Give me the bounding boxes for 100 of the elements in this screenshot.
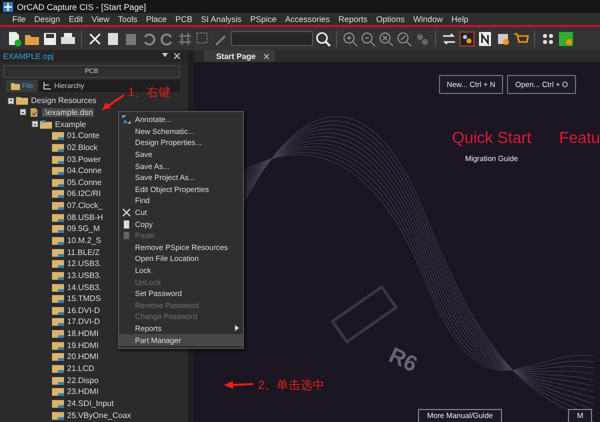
tree-item[interactable]: 18.HDMI bbox=[66, 329, 100, 338]
menu-item[interactable]: Window bbox=[408, 14, 448, 24]
tree-item[interactable]: 05.Conne bbox=[66, 178, 103, 187]
menu-item[interactable]: Tools bbox=[114, 14, 142, 24]
printer-icon[interactable] bbox=[60, 30, 76, 46]
page-icon bbox=[52, 270, 64, 280]
menu-item[interactable]: Reports bbox=[334, 14, 372, 24]
collapse-toggle[interactable] bbox=[8, 98, 14, 104]
tree-item[interactable]: Example bbox=[54, 120, 88, 129]
tree-item[interactable]: 14.USB3. bbox=[66, 282, 102, 292]
menu-item[interactable]: PSpice bbox=[246, 14, 281, 24]
annotation-text: 1、右键 bbox=[128, 84, 171, 101]
zoom-area-icon[interactable] bbox=[396, 30, 412, 46]
page-icon bbox=[52, 387, 64, 396]
close-icon[interactable] bbox=[264, 54, 269, 58]
menu-item[interactable]: Design bbox=[30, 14, 64, 24]
annotation-arrow bbox=[102, 94, 125, 110]
menu-item[interactable]: File bbox=[8, 14, 30, 24]
tree-item[interactable]: Design Resources bbox=[30, 96, 98, 106]
page-icon bbox=[52, 236, 64, 245]
search-icon[interactable] bbox=[315, 30, 331, 46]
page-icon bbox=[52, 248, 64, 257]
page-icon bbox=[52, 329, 64, 338]
page-icon bbox=[52, 131, 64, 140]
menu-item[interactable]: PCB bbox=[171, 14, 197, 24]
tree-item[interactable]: 24.SDI_Input bbox=[66, 398, 115, 408]
menu-item[interactable]: Place bbox=[142, 14, 172, 24]
tree-item[interactable]: 09.5G_M bbox=[66, 224, 101, 234]
document-tab[interactable]: Start Page bbox=[204, 50, 275, 62]
tree-item[interactable]: 11.BLE/Z bbox=[66, 248, 101, 257]
page-icon bbox=[52, 340, 64, 350]
menu-item[interactable]: SI Analysis bbox=[196, 14, 246, 24]
menu-item[interactable]: Accessories bbox=[280, 14, 334, 24]
page-icon bbox=[52, 154, 64, 164]
tree-item[interactable]: 16.DVI-D bbox=[66, 306, 101, 315]
tree-item[interactable]: 04.Conne bbox=[66, 166, 103, 176]
tree-item[interactable]: .\example.dsn bbox=[42, 108, 94, 117]
tree-item[interactable]: 13.USB3. bbox=[66, 270, 102, 280]
annotate-icon bbox=[122, 115, 131, 124]
tree-item[interactable]: 06.I2C/RI bbox=[66, 189, 102, 198]
collapse-toggle[interactable] bbox=[20, 109, 26, 116]
hierarchy-icon bbox=[43, 82, 52, 90]
page-icon bbox=[52, 376, 64, 385]
tree-item[interactable]: 02.Block bbox=[66, 142, 99, 152]
folder-icon bbox=[16, 96, 28, 106]
tree-item[interactable]: 03.Power bbox=[66, 154, 102, 164]
folder-icon bbox=[11, 82, 20, 90]
page-icon bbox=[52, 282, 64, 292]
menu-item[interactable]: View bbox=[87, 14, 114, 24]
page-icon bbox=[52, 224, 64, 234]
tree-item[interactable]: 15.TMDS bbox=[66, 294, 102, 304]
tree-item[interactable]: 20.HDMI bbox=[66, 352, 100, 362]
zoom-fit-icon[interactable] bbox=[378, 30, 394, 46]
document-icon bbox=[28, 108, 40, 117]
dropdown-icon[interactable] bbox=[162, 53, 168, 57]
page-icon bbox=[52, 352, 64, 362]
dropdown-field[interactable] bbox=[231, 31, 313, 46]
document-icon[interactable] bbox=[105, 30, 121, 46]
page-icon bbox=[52, 178, 64, 187]
menu-item[interactable]: Edit bbox=[64, 14, 88, 24]
section-title: Quick Start bbox=[452, 130, 532, 148]
tree-item[interactable]: 19.HDMI bbox=[66, 340, 100, 350]
resistor-label: R6 bbox=[384, 342, 422, 378]
project-title: EXAMPLE.opj bbox=[3, 52, 54, 60]
save-icon[interactable] bbox=[42, 30, 58, 46]
clipboard-icon bbox=[122, 231, 131, 240]
scissors-icon[interactable] bbox=[87, 30, 103, 46]
menu-item[interactable]: Help bbox=[447, 14, 473, 24]
tree-item[interactable]: 12.USB3. bbox=[66, 259, 102, 268]
page-icon bbox=[52, 294, 64, 304]
section-title: Featu bbox=[559, 130, 600, 148]
tree-item[interactable]: 10.M.2_S bbox=[66, 236, 102, 245]
tree-item[interactable]: 23.HDMI bbox=[66, 387, 100, 396]
zoom-in-icon[interactable] bbox=[342, 30, 358, 46]
swap-icon[interactable] bbox=[441, 30, 457, 46]
close-icon[interactable] bbox=[174, 53, 180, 59]
tree-item[interactable]: 07.Clock_ bbox=[66, 201, 104, 210]
collapse-toggle[interactable] bbox=[32, 121, 38, 128]
page-icon bbox=[52, 306, 64, 315]
tree-item[interactable]: 01.Conte bbox=[66, 131, 100, 140]
page-icon bbox=[52, 166, 64, 176]
tree-item[interactable]: 08.USB-H bbox=[66, 212, 104, 222]
menu-item[interactable]: Options bbox=[372, 14, 409, 24]
folder-icon bbox=[40, 120, 52, 129]
page-icon bbox=[52, 189, 64, 198]
tree-item[interactable]: 17.DVI-D bbox=[66, 317, 101, 326]
page-icon bbox=[52, 410, 64, 420]
grid-icon[interactable] bbox=[177, 30, 193, 46]
tree-item[interactable]: 22.Dispo bbox=[66, 376, 100, 385]
annotation-text: 2、单击选中 bbox=[258, 377, 325, 394]
scissors-icon bbox=[122, 208, 131, 218]
page-icon bbox=[52, 317, 64, 326]
zoom-out-icon[interactable] bbox=[360, 30, 376, 46]
page-icon bbox=[52, 201, 64, 210]
tree-item[interactable]: 21.LCD bbox=[66, 364, 96, 374]
page-icon bbox=[52, 212, 64, 222]
document-icon bbox=[122, 220, 131, 229]
new-file-icon[interactable] bbox=[6, 30, 22, 46]
tree-item[interactable]: 25.VByOne_Coax bbox=[66, 410, 132, 420]
letter-n-icon[interactable] bbox=[477, 30, 493, 46]
